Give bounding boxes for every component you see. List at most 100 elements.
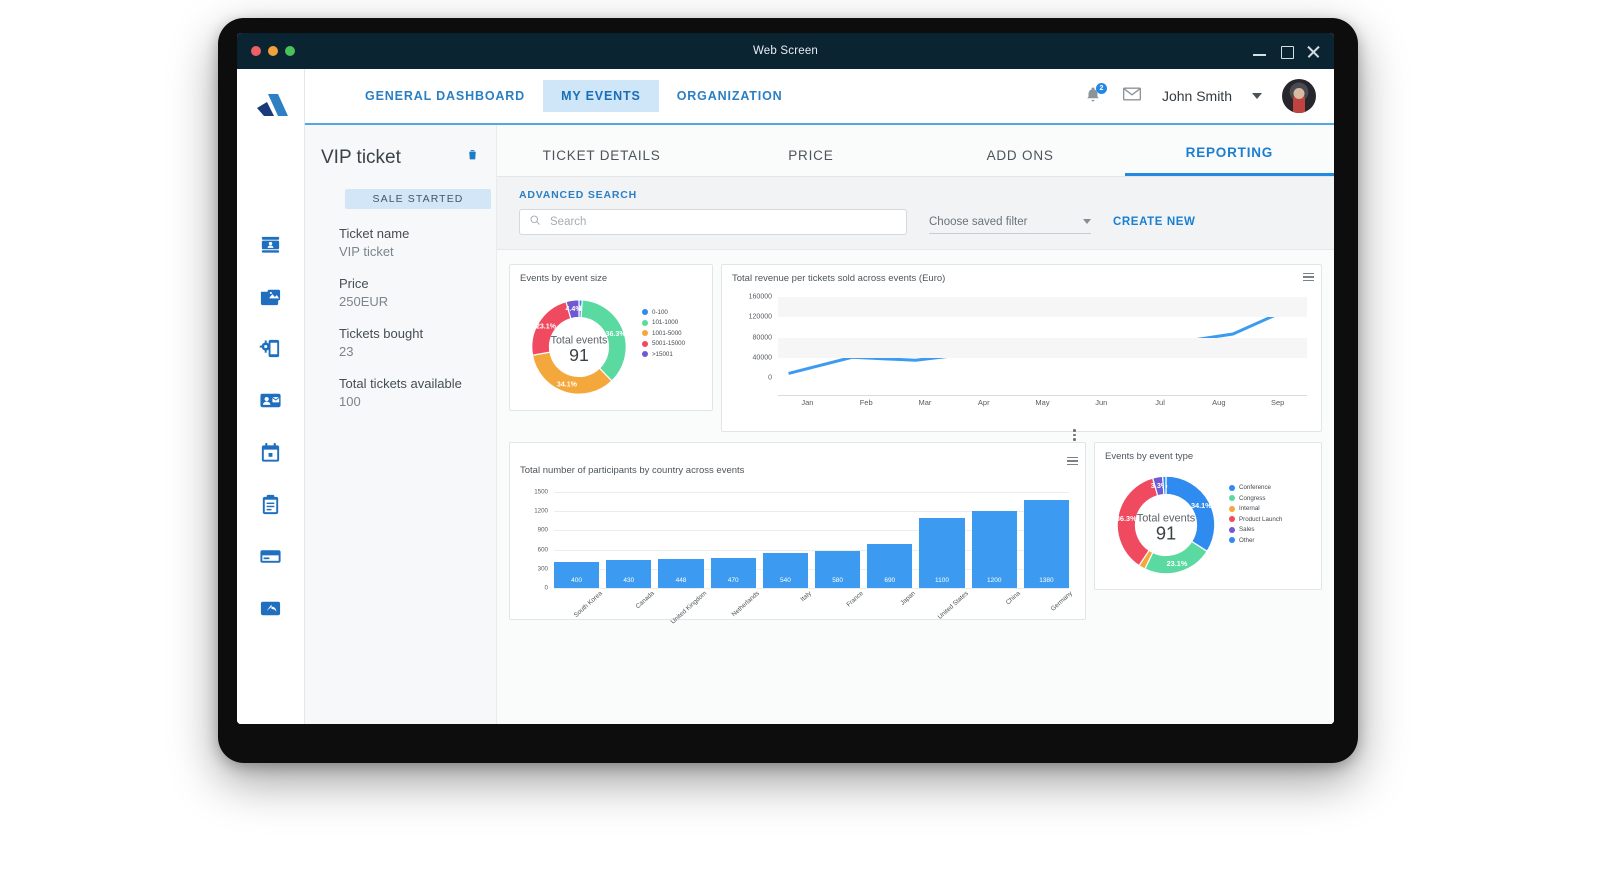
legend-label: 1001-5000 [652,329,682,337]
legend-color-swatch [1229,526,1235,533]
chart-menu-button[interactable] [1067,457,1078,466]
chevron-down-icon [1083,219,1091,224]
legend-label: Internal [1239,505,1260,513]
reporting-dashboard: Events by event size 1.1% 36.3% 34.1% 23.1%… [497,250,1334,724]
legend-color-swatch [1229,484,1235,491]
legend-label: Congress [1239,494,1266,502]
legend-item: Conference [1229,484,1282,491]
kebab-dot-icon [1073,429,1076,432]
chart-menu-button[interactable] [1303,273,1314,282]
y-axis-tick-label: 120000 [748,313,772,321]
plot-area [778,292,1307,396]
donut-slice-label: 34.1% [1191,501,1212,510]
tab-ticket-details[interactable]: TICKET DETAILS [497,148,706,176]
legend-color-swatch [1229,505,1235,512]
nav-tab-organization[interactable]: ORGANIZATION [659,80,801,112]
create-new-button[interactable]: CREATE NEW [1113,216,1195,228]
legend-label: Conference [1239,484,1271,492]
legend-label: Product Launch [1239,515,1283,523]
y-axis-ticks: 0 40000 80000 120000 160000 [732,292,776,414]
bar[interactable]: 540 [762,553,809,588]
hamburger-icon [1067,457,1078,459]
notification-badge: 2 [1095,83,1107,94]
dashboard-row-2: Total number of participants by country … [509,429,1322,626]
rail-item-contact-card[interactable] [258,234,284,260]
donut-slice-label: 34.1% [557,380,578,388]
legend-color-swatch [642,340,648,347]
grid-band [778,297,1307,318]
legend-item: Congress [1229,495,1282,502]
rail-item-device-settings[interactable] [258,338,284,364]
donut-slice[interactable] [1161,475,1167,496]
chart-legend: 0-100 101-1000 1001-5000 5001-15000 >150… [642,309,685,358]
search-input-wrapper[interactable] [519,209,907,235]
bar[interactable]: 1100 [919,517,965,588]
y-axis-tick-label: 600 [537,546,548,554]
top-navigation: GENERAL DASHBOARD MY EVENTS ORGANIZATION… [305,69,1334,125]
bar-value-label: 430 [623,577,635,584]
rail-item-calendar[interactable] [258,442,284,468]
close-icon[interactable] [1307,45,1320,58]
clipboard-icon [259,493,282,521]
tab-reporting[interactable]: REPORTING [1124,145,1334,176]
tab-add-ons[interactable]: ADD ONS [916,148,1125,176]
bar-column: 1100 [919,517,965,588]
bar-column: 400 [554,562,600,588]
legend-color-swatch [642,309,648,315]
window-titlebar: Web Screen [237,33,1334,69]
maximize-icon[interactable] [1280,45,1294,59]
y-axis-tick-label: 1500 [534,488,548,496]
saved-filter-select[interactable]: Choose saved filter [929,210,1091,234]
bar[interactable]: 430 [606,560,652,588]
rail-item-share[interactable] [258,598,284,624]
legend-item: 5001-15000 [642,340,685,347]
legend-color-swatch [1229,516,1235,523]
hamburger-icon [1303,276,1314,278]
icon-rail [237,69,305,724]
legend-label: 101-1000 [652,319,679,326]
bar-value-label: 690 [884,577,896,584]
bar[interactable]: 470 [710,557,756,588]
delete-ticket-button[interactable] [466,147,480,163]
bar[interactable]: 1200 [971,511,1017,588]
bar[interactable]: 448 [658,559,704,588]
legend-item: Product Launch [1229,516,1282,523]
window-controls [1253,33,1320,69]
legend-label: >15001 [652,350,673,358]
tab-price[interactable]: PRICE [706,148,915,176]
bar[interactable]: 690 [867,543,913,588]
bar[interactable]: 580 [815,550,861,588]
photos-icon [259,285,282,313]
bar[interactable]: 400 [554,562,600,588]
rail-item-id-badge[interactable] [258,390,284,416]
chart-legend: Conference Congress Internal Product Lau… [1229,484,1282,544]
bar-column: 580 [815,550,861,588]
search-input[interactable] [550,216,897,228]
rail-item-photos[interactable] [258,286,284,312]
rail-item-credit-card[interactable] [258,546,284,572]
nav-tab-general-dashboard[interactable]: GENERAL DASHBOARD [347,80,543,112]
bar[interactable]: 1380 [1023,499,1070,588]
avatar[interactable] [1282,79,1316,113]
envelope-icon [1122,87,1142,108]
bar-column: 540 [762,553,809,588]
bar-value-label: 400 [571,577,583,584]
notifications-button[interactable]: 2 [1084,83,1107,106]
rail-item-clipboard[interactable] [258,494,284,520]
minimize-icon[interactable] [1253,45,1266,58]
nav-tab-my-events[interactable]: MY EVENTS [543,80,659,112]
line-chart-plot: 0 40000 80000 120000 160000 Jan Feb Mar Apr May J… [732,292,1311,414]
donut-center-value: 91 [1156,523,1176,544]
legend-item: 1001-5000 [642,330,685,337]
x-axis-tick-label: Jul [1155,398,1165,407]
chart-options-button[interactable] [1073,429,1076,441]
kebab-dot-icon [1073,433,1076,437]
legend-color-swatch [642,319,648,326]
brand-logo-icon[interactable] [254,91,288,124]
x-axis-tick-label: Mar [918,398,932,407]
messages-button[interactable] [1122,84,1142,109]
page-title: VIP ticket [321,147,401,168]
donut-slice[interactable] [1144,540,1208,575]
chevron-down-icon[interactable] [1252,93,1262,99]
bars-container: 400 430 448 470 540 580 690 1100 1200 1380 [554,492,1070,588]
